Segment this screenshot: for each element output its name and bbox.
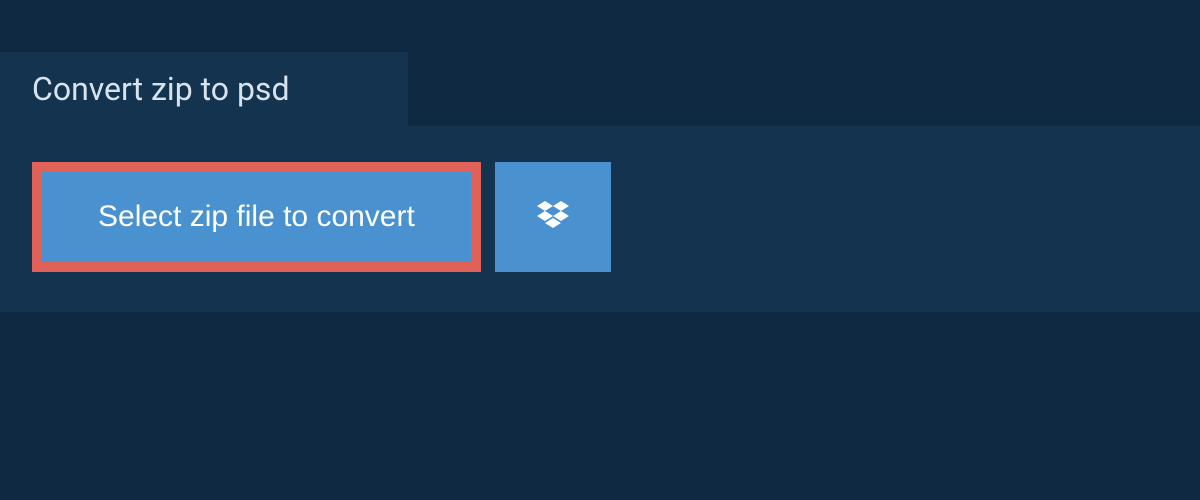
page-title: Convert zip to psd (32, 70, 376, 108)
button-row: Select zip file to convert (32, 162, 1168, 272)
tab-header: Convert zip to psd (0, 52, 408, 126)
dropbox-button[interactable] (495, 162, 611, 272)
select-file-highlight: Select zip file to convert (32, 162, 481, 272)
dropbox-icon (533, 197, 573, 237)
select-file-button[interactable]: Select zip file to convert (42, 172, 471, 262)
content-panel: Select zip file to convert (0, 126, 1200, 312)
